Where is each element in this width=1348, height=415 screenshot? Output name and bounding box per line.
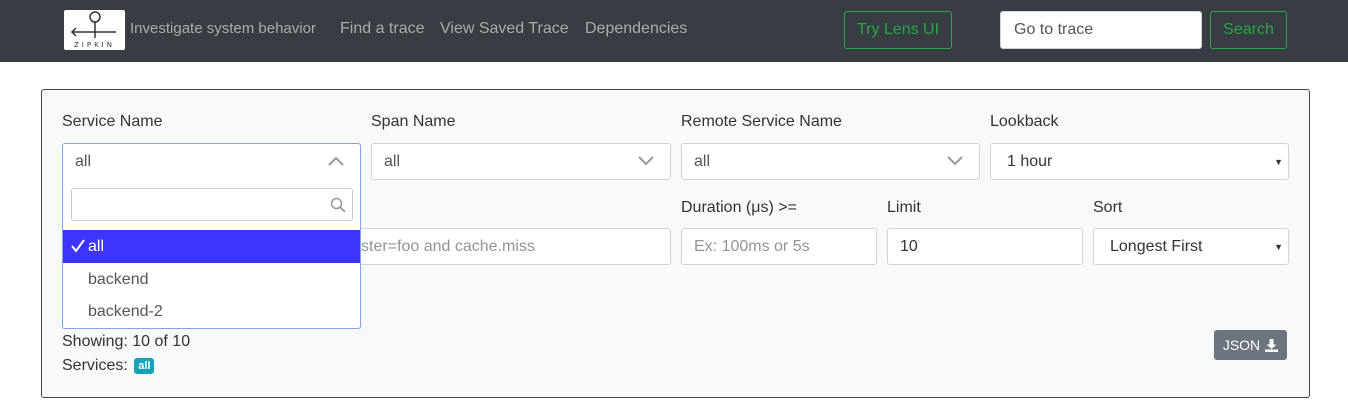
span-name-label: Span Name <box>371 113 456 130</box>
remote-service-name-value: all <box>694 152 711 170</box>
sort-label: Sort <box>1093 199 1123 216</box>
limit-value: 10 <box>900 237 918 255</box>
sort-select[interactable]: Longest First ▼ <box>1093 228 1289 265</box>
showing-count: Showing: 10 of 10 <box>62 333 191 350</box>
lookback-value: 1 hour <box>1007 152 1053 170</box>
go-to-trace-input[interactable]: Go to trace <box>1000 11 1202 49</box>
search-button[interactable]: Search <box>1210 11 1287 49</box>
top-navbar: ZIPKIN Investigate system behavior Find … <box>0 0 1348 62</box>
annotation-query-placeholder: ster=foo and cache.miss <box>361 237 535 255</box>
json-download-button[interactable]: JSON <box>1214 330 1287 360</box>
span-name-value: all <box>384 152 401 170</box>
lookback-select[interactable]: 1 hour ▼ <box>990 143 1289 180</box>
logo-text: ZIPKIN <box>74 41 115 49</box>
nav-link-dependencies[interactable]: Dependencies <box>585 20 687 38</box>
sort-value: Longest First <box>1110 237 1203 255</box>
service-name-dropdown: all backend backend-2 <box>62 179 361 329</box>
services-label: Services: <box>62 357 128 374</box>
chevron-down-icon <box>638 156 654 166</box>
remote-service-name-select[interactable]: all <box>681 143 980 180</box>
dropdown-option-backend-2[interactable]: backend-2 <box>63 295 360 328</box>
service-name-select[interactable]: all <box>62 143 361 180</box>
duration-input[interactable]: Ex: 100ms or 5s <box>681 228 877 265</box>
download-icon <box>1265 338 1279 352</box>
remote-service-name-label: Remote Service Name <box>681 113 842 130</box>
check-icon <box>71 239 85 253</box>
try-lens-ui-button[interactable]: Try Lens UI <box>844 11 952 49</box>
service-name-value: all <box>75 152 92 170</box>
caret-down-icon: ▼ <box>1274 242 1283 252</box>
service-name-label: Service Name <box>62 113 163 130</box>
dropdown-option-label: backend-2 <box>88 302 163 320</box>
dropdown-search-input[interactable] <box>71 188 353 221</box>
json-button-label: JSON <box>1222 337 1261 353</box>
zipkin-logo[interactable]: ZIPKIN <box>64 10 125 50</box>
duration-placeholder: Ex: 100ms or 5s <box>694 237 810 255</box>
tagline: Investigate system behavior <box>130 20 316 37</box>
dropdown-option-backend[interactable]: backend <box>63 263 360 296</box>
zipkin-logo-icon <box>70 11 116 38</box>
dropdown-option-label: all <box>88 237 105 255</box>
limit-label: Limit <box>887 199 921 216</box>
limit-input[interactable]: 10 <box>887 228 1083 265</box>
chevron-up-icon <box>328 156 344 166</box>
service-badge[interactable]: all <box>134 358 155 374</box>
dropdown-option-all[interactable]: all <box>63 230 360 263</box>
chevron-down-icon <box>947 156 963 166</box>
caret-down-icon: ▼ <box>1274 157 1283 167</box>
span-name-select[interactable]: all <box>371 143 671 180</box>
duration-label: Duration (μs) >= <box>681 199 797 216</box>
dropdown-option-label: backend <box>88 270 149 288</box>
search-icon <box>330 197 346 213</box>
nav-link-find-trace[interactable]: Find a trace <box>340 20 424 38</box>
services-summary: Services: all <box>62 357 155 375</box>
lookback-label: Lookback <box>990 113 1059 130</box>
nav-link-view-saved-trace[interactable]: View Saved Trace <box>440 20 569 38</box>
